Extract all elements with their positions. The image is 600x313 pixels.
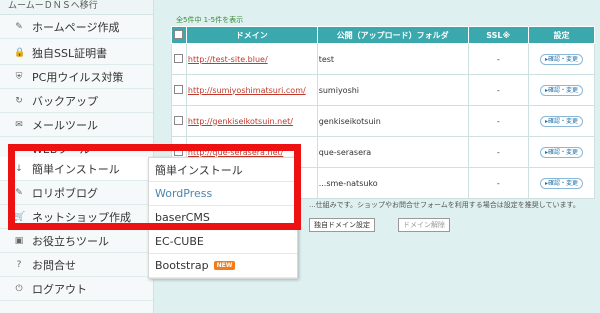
domain-link[interactable]: http://sumiyoshimatsuri.com/ (188, 86, 306, 95)
folder-cell: test (316, 43, 469, 75)
ssl-cell: - (467, 74, 529, 106)
sidebar-item-9[interactable]: ▣ お役立ちツール (0, 229, 153, 253)
confirm-change-button[interactable]: ▸確認・変更 (539, 146, 583, 158)
sidebar-item-label: メールツール (32, 118, 98, 132)
question-icon: ? (16, 259, 22, 270)
settings-cell: ▸確認・変更 (527, 167, 596, 199)
confirm-change-button[interactable]: ▸確認・変更 (539, 115, 583, 127)
sidebar-item-label: ホームページ作成 (32, 20, 120, 34)
shield-icon: ⛨ (15, 71, 23, 82)
mail-icon: ✉ (15, 119, 23, 130)
domain-link[interactable]: http://genkiseikotsuin.net/ (188, 117, 293, 126)
sidebar-item-label: PC用ウイルス対策 (32, 70, 124, 84)
refresh-icon: ↻ (15, 95, 23, 106)
ssl-cell: - (467, 43, 529, 75)
lock-icon: 🔒 (14, 47, 26, 58)
folder-cell: sumiyoshi (316, 74, 469, 106)
highlight-box (8, 144, 301, 230)
confirm-change-button[interactable]: ▸確認・変更 (539, 177, 583, 189)
sidebar-top-link[interactable]: ムームーＤＮＳへ移行 (0, 0, 153, 15)
settings-cell: ▸確認・変更 (527, 136, 596, 168)
sidebar-item-label: お問合せ (32, 258, 76, 272)
select-all-checkbox[interactable] (174, 29, 184, 39)
sidebar-item-11[interactable]: ⏻ ログアウト (0, 277, 153, 301)
folder-cell: que-serasera (316, 136, 469, 168)
edit-icon: ✎ (15, 21, 23, 32)
row-checkbox-cell[interactable] (171, 74, 187, 106)
confirm-change-label: 確認・変更 (547, 179, 578, 187)
confirm-change-label: 確認・変更 (547, 86, 578, 94)
ssl-cell: - (467, 136, 529, 168)
row-checkbox-cell[interactable] (171, 105, 187, 137)
sidebar-item-2[interactable]: ⛨ PC用ウイルス対策 (0, 65, 153, 89)
sidebar-item-label: 独自SSL証明書 (32, 46, 108, 60)
ssl-cell: - (467, 105, 529, 137)
sidebar-item-label: ログアウト (32, 282, 87, 296)
row-checkbox-cell[interactable] (171, 43, 187, 75)
result-count: 全5件中 1-5件を表示 (176, 16, 244, 24)
sidebar-item-label: バックアップ (32, 94, 98, 108)
ssl-cell: - (467, 167, 529, 199)
column-header-folder: 公開（アップロード）フォルダ (316, 26, 469, 44)
row-checkbox[interactable] (174, 115, 184, 125)
folder-cell: ...sme-natsuko (316, 167, 469, 199)
domain-setting-button[interactable]: 独自ドメイン設定 (309, 218, 375, 232)
column-header-domain: ドメイン (185, 26, 318, 44)
new-badge: NEW (213, 261, 236, 270)
row-checkbox[interactable] (174, 53, 184, 63)
info-note: ...仕組みです。ショップやお問合せフォームを利用する場合は設定を推奨しています… (309, 201, 580, 209)
power-icon: ⏻ (15, 283, 23, 294)
sidebar-item-label: お役立ちツール (32, 234, 109, 248)
column-header-ssl: SSL※ (467, 26, 529, 44)
domain-cell: http://test-site.blue/ (185, 43, 318, 75)
confirm-change-label: 確認・変更 (547, 55, 578, 63)
table-row: http://sumiyoshimatsuri.com/sumiyoshi - ▸確… (171, 74, 596, 106)
table-row: http://test-site.blue/test - ▸確認・変更 (171, 43, 596, 75)
sidebar-item-1[interactable]: 🔒 独自SSL証明書 (0, 41, 153, 65)
dropdown-item-bootstrap[interactable]: Bootstrap NEW (149, 254, 297, 278)
column-header-settings: 設定 (527, 26, 596, 44)
folder-cell: genkiseikotsuin (316, 105, 469, 137)
confirm-change-button[interactable]: ▸確認・変更 (539, 53, 583, 65)
settings-cell: ▸確認・変更 (527, 74, 596, 106)
confirm-change-label: 確認・変更 (547, 148, 578, 156)
settings-cell: ▸確認・変更 (527, 105, 596, 137)
table-row: http://genkiseikotsuin.net/genkiseikotsu… (171, 105, 596, 137)
domain-link[interactable]: http://test-site.blue/ (188, 55, 268, 64)
sidebar-item-0[interactable]: ✎ ホームページ作成 (0, 15, 153, 39)
sidebar-item-10[interactable]: ? お問合せ (0, 253, 153, 277)
settings-cell: ▸確認・変更 (527, 43, 596, 75)
sidebar-item-3[interactable]: ↻ バックアップ (0, 89, 153, 113)
bootstrap-label: Bootstrap (155, 259, 209, 272)
domain-cell: http://genkiseikotsuin.net/ (185, 105, 318, 137)
confirm-change-button[interactable]: ▸確認・変更 (539, 84, 583, 96)
confirm-change-label: 確認・変更 (547, 117, 578, 125)
domain-remove-button[interactable]: ドメイン解除 (398, 218, 450, 232)
dropdown-item-ec-cube[interactable]: EC-CUBE (149, 230, 297, 254)
sidebar-item-4[interactable]: ✉ メールツール (0, 113, 153, 137)
briefcase-icon: ▣ (14, 235, 24, 246)
row-checkbox[interactable] (174, 84, 184, 94)
domain-cell: http://sumiyoshimatsuri.com/ (185, 74, 318, 106)
select-all-header[interactable] (171, 26, 187, 44)
